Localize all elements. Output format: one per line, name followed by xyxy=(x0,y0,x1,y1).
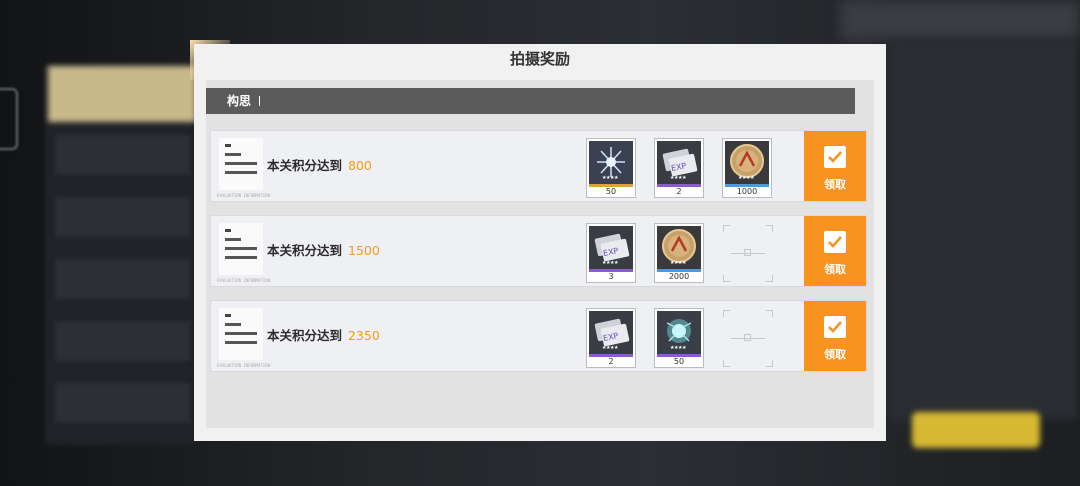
reward-quantity: 2 xyxy=(676,187,682,196)
bg-list-item xyxy=(55,135,190,175)
reward-item[interactable]: EXP ★★★★ 2 xyxy=(586,308,636,368)
star-rating: ★★★★ xyxy=(602,260,618,266)
claim-button[interactable]: 领取 xyxy=(804,216,866,286)
empty-reward-slot xyxy=(723,225,773,282)
checkmark-icon xyxy=(824,146,846,168)
star-rating: ★★★★ xyxy=(738,175,754,181)
score-requirement: 本关积分达到 1500 xyxy=(267,240,380,259)
claim-button[interactable]: 领取 xyxy=(804,301,866,371)
bg-decor xyxy=(840,0,1080,40)
reward-item[interactable]: ★★★★ 50 xyxy=(654,308,704,368)
bg-left-header xyxy=(48,66,196,122)
claim-button[interactable]: 领取 xyxy=(804,131,866,201)
checkmark-icon xyxy=(824,231,846,253)
score-value: 1500 xyxy=(348,243,380,258)
reward-quantity: 50 xyxy=(605,187,617,196)
reward-quantity: 2 xyxy=(608,357,614,366)
bg-list-item xyxy=(55,259,190,299)
claim-label: 领取 xyxy=(824,178,846,191)
list-doc-icon xyxy=(219,308,263,360)
bg-list-item xyxy=(55,321,190,361)
star-rating: ★★★★ xyxy=(670,175,686,181)
row-tag: EVALUATION INFORMATION xyxy=(217,278,270,283)
bg-list-item xyxy=(55,383,190,423)
score-value: 800 xyxy=(348,158,372,173)
star-rating: ★★★★ xyxy=(670,345,686,351)
list-doc-icon xyxy=(219,223,263,275)
bg-list-item xyxy=(55,197,190,237)
checkmark-icon xyxy=(824,316,846,338)
bg-button xyxy=(912,412,1040,448)
reward-row: EVALUATION INFORMATION 本关积分达到 800 ★★★★ 50 EXP… xyxy=(210,130,867,202)
requirement-label: 本关积分达到 xyxy=(267,158,343,173)
section-header: 构思 xyxy=(206,88,855,114)
reward-quantity: 1000 xyxy=(736,187,758,196)
reward-quantity: 50 xyxy=(673,357,685,366)
text-cursor xyxy=(259,96,261,106)
empty-reward-slot xyxy=(723,310,773,367)
row-tag: EVALUATION INFORMATION xyxy=(217,363,270,368)
section-title: 构思 xyxy=(227,94,252,108)
score-requirement: 本关积分达到 800 xyxy=(267,155,372,174)
reward-item[interactable]: EXP ★★★★ 3 xyxy=(586,223,636,283)
score-value: 2350 xyxy=(348,328,380,343)
reward-quantity: 3 xyxy=(608,272,614,281)
list-doc-icon xyxy=(219,138,263,190)
star-rating: ★★★★ xyxy=(670,260,686,266)
reward-row: EVALUATION INFORMATION 本关积分达到 2350 EXP ★★★★ 2… xyxy=(210,300,867,372)
requirement-label: 本关积分达到 xyxy=(267,243,343,258)
bg-right-panel xyxy=(888,40,1078,420)
reward-item[interactable]: ★★★★ 2000 xyxy=(654,223,704,283)
bg-hex-icon xyxy=(0,88,18,150)
reward-quantity: 2000 xyxy=(668,272,690,281)
row-tag: EVALUATION INFORMATION xyxy=(217,193,270,198)
score-requirement: 本关积分达到 2350 xyxy=(267,325,380,344)
reward-item[interactable]: ★★★★ 1000 xyxy=(722,138,772,198)
dialog-title: 拍摄奖励 xyxy=(509,50,570,68)
star-rating: ★★★★ xyxy=(602,345,618,351)
claim-label: 领取 xyxy=(824,348,846,361)
claim-label: 领取 xyxy=(824,263,846,276)
reward-item[interactable]: ★★★★ 50 xyxy=(586,138,636,198)
star-rating: ★★★★ xyxy=(602,175,618,181)
requirement-label: 本关积分达到 xyxy=(267,328,343,343)
reward-row: EVALUATION INFORMATION 本关积分达到 1500 EXP ★★★★ 3… xyxy=(210,215,867,287)
reward-item[interactable]: EXP ★★★★ 2 xyxy=(654,138,704,198)
